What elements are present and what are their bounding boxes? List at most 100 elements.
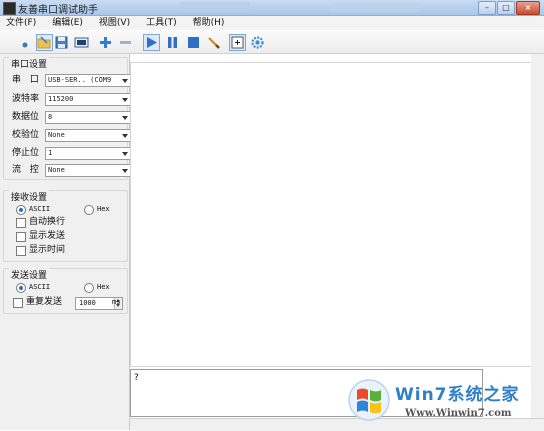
auto-wrap-row: 自动换行 (16, 217, 132, 229)
baud-label: 波特率 (12, 94, 40, 104)
baud-row: 波特率 115200 (12, 93, 131, 106)
repeat-interval-unit: ms (112, 298, 121, 306)
menu-help[interactable]: 帮助(H) (185, 16, 233, 30)
right-edge (531, 54, 544, 418)
clear-button[interactable] (206, 35, 221, 50)
parity-row: 校验位 None (12, 129, 131, 142)
save-icon (55, 36, 68, 49)
add-icon (100, 37, 111, 48)
show-send-row: 显示发送 (16, 231, 132, 243)
baud-select[interactable]: 115200 (45, 93, 131, 106)
minimize-icon: – (485, 3, 489, 12)
remove-icon (120, 41, 131, 44)
stopbits-value: 1 (48, 149, 53, 157)
show-time-label: 显示时间 (29, 245, 66, 255)
show-send-label: 显示发送 (29, 231, 66, 241)
maximize-icon: □ (502, 3, 510, 12)
minimize-button[interactable]: – (478, 1, 496, 15)
repeat-send-label: 重复发送 (26, 297, 63, 307)
menu-tools[interactable]: 工具(T) (138, 16, 185, 30)
menu-file[interactable]: 文件(F) (0, 16, 44, 30)
auto-wrap-checkbox[interactable] (16, 218, 26, 228)
menu-bar: 文件(F) 编辑(E) 视图(V) 工具(T) 帮助(H) (0, 16, 544, 30)
port-select[interactable]: USB-SER.. (COM9 (45, 74, 131, 87)
receive-area[interactable] (130, 62, 532, 367)
flowcontrol-select[interactable]: None (45, 164, 131, 177)
send-ascii-label: ASCII (29, 283, 51, 291)
receive-hex-label: Hex (97, 205, 110, 213)
auto-wrap-label: 自动换行 (29, 217, 66, 227)
clear-brush-icon (208, 37, 220, 49)
parity-value: None (48, 131, 65, 139)
send-mode-row: ASCII Hex (16, 282, 132, 294)
receive-settings-title: 接收设置 (9, 190, 50, 203)
flowcontrol-label: 流 控 (12, 165, 42, 175)
receive-ascii-radio[interactable] (16, 205, 26, 215)
databits-label: 数据位 (12, 112, 40, 122)
show-time-checkbox[interactable] (16, 246, 26, 256)
chevron-down-icon (122, 152, 128, 156)
show-send-checkbox[interactable] (16, 232, 26, 242)
toolbar (0, 31, 544, 54)
play-icon (147, 37, 157, 48)
com-port-button[interactable] (74, 35, 89, 50)
stopbits-row: 停止位 1 (12, 147, 131, 160)
title-bar: 友善串口调试助手 – □ × (0, 0, 544, 16)
databits-value: 8 (48, 113, 53, 121)
settings-button[interactable] (250, 35, 265, 50)
flowcontrol-row: 流 控 None (12, 164, 131, 177)
open-button[interactable] (36, 34, 53, 51)
pause-button[interactable] (165, 35, 180, 50)
chevron-down-icon (122, 169, 128, 173)
window-title: 友善串口调试助手 (18, 5, 98, 16)
send-hex-label: Hex (97, 283, 110, 291)
chevron-down-icon (122, 116, 128, 120)
watermark-title: Win7系统之家 (395, 385, 520, 405)
menu-view[interactable]: 视图(V) (91, 16, 138, 30)
parity-select[interactable]: None (45, 129, 131, 142)
baud-value: 115200 (48, 95, 74, 103)
show-time-row: 显示时间 (16, 245, 132, 257)
databits-select[interactable]: 8 (45, 111, 131, 124)
new-icon (22, 42, 28, 48)
stopbits-select[interactable]: 1 (45, 147, 131, 160)
port-row: 串 口 USB-SER.. (COM9 (12, 74, 131, 87)
open-folder-icon (37, 36, 51, 49)
stop-icon (188, 37, 199, 48)
chevron-down-icon (122, 98, 128, 102)
repeat-interval-value: 1000 (79, 299, 96, 307)
add-button[interactable] (98, 35, 113, 50)
repeat-send-checkbox[interactable] (13, 298, 23, 308)
stopbits-label: 停止位 (12, 148, 40, 158)
close-icon: × (524, 3, 532, 12)
port-label: 串 口 (12, 75, 42, 85)
app-icon (3, 2, 16, 15)
chevron-down-icon (122, 79, 128, 83)
stop-button[interactable] (186, 35, 201, 50)
settings-gear-icon (251, 36, 264, 49)
watermark: Win7系统之家 Www.Winwin7.com (347, 376, 543, 428)
add-window-icon (231, 36, 244, 49)
play-button[interactable] (143, 34, 160, 51)
com-port-icon (74, 37, 89, 48)
repeat-send-row: 重复发送 1000 ms (13, 297, 129, 310)
windows-logo-icon (348, 379, 390, 421)
parity-label: 校验位 (12, 130, 40, 140)
remove-button[interactable] (118, 35, 133, 50)
send-ascii-radio[interactable] (16, 283, 26, 293)
save-button[interactable] (54, 35, 69, 50)
port-value: USB-SER.. (COM9 (48, 76, 112, 84)
send-hex-radio[interactable] (84, 283, 94, 293)
close-button[interactable]: × (516, 1, 540, 15)
pause-icon (168, 37, 177, 48)
title-bar-blur (180, 2, 250, 12)
menu-edit[interactable]: 编辑(E) (44, 16, 91, 30)
maximize-button[interactable]: □ (497, 1, 515, 15)
watermark-url: Www.Winwin7.com (405, 408, 512, 419)
receive-hex-radio[interactable] (84, 205, 94, 215)
new-button[interactable] (20, 35, 35, 50)
add-window-button[interactable] (229, 34, 246, 51)
serial-settings-title: 串口设置 (9, 57, 50, 70)
send-text: ? (134, 373, 139, 383)
receive-mode-row: ASCII Hex (16, 204, 132, 216)
